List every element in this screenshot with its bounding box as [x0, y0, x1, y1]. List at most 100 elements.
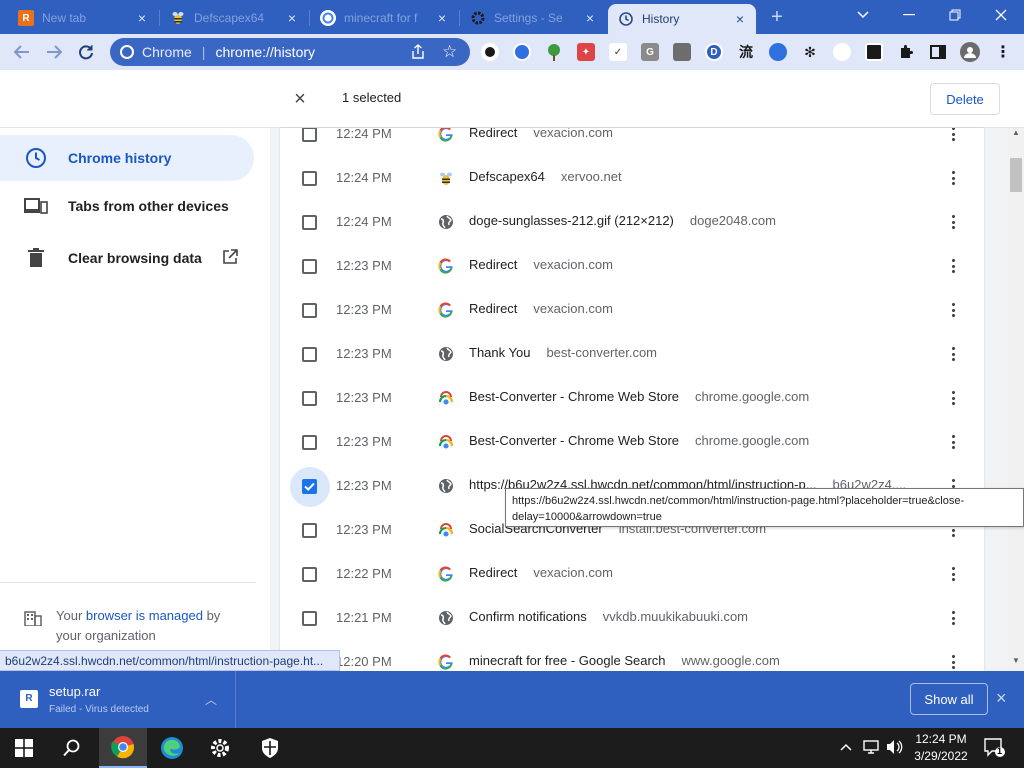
- tab-close-icon[interactable]: ×: [134, 10, 150, 26]
- history-row-title-link[interactable]: Redirect vexacion.com: [469, 128, 613, 140]
- extension-white-circle-icon[interactable]: [833, 43, 851, 61]
- history-row-checkbox[interactable]: [302, 303, 317, 318]
- tab-defscapex64[interactable]: Defscapex64 ×: [160, 4, 308, 32]
- history-row[interactable]: 12:24 PM doge-sunglasses-212.gif (212×212…: [280, 200, 984, 244]
- history-row-title-link[interactable]: Best-Converter - Chrome Web Store chrome.…: [469, 433, 809, 448]
- history-row[interactable]: 12:23 PM Redirect vexacion.com: [280, 288, 984, 332]
- history-row-checkbox[interactable]: [302, 611, 317, 626]
- tab-new-tab[interactable]: R New tab ×: [8, 4, 158, 32]
- extension-d-icon[interactable]: D: [705, 43, 723, 61]
- history-row-checkbox[interactable]: [302, 391, 317, 406]
- notification-center-icon[interactable]: 1: [984, 738, 1006, 761]
- history-row-title-link[interactable]: minecraft for free - Google Search www.go…: [469, 653, 780, 668]
- clear-selection-close-icon[interactable]: ×: [289, 88, 311, 110]
- tab-close-icon[interactable]: ×: [434, 10, 450, 26]
- history-row-checkbox[interactable]: [302, 523, 317, 538]
- history-row-checkbox-checked[interactable]: [302, 479, 317, 494]
- history-row-title-link[interactable]: Confirm notifications vvkdb.muukikabuuki.…: [469, 609, 748, 624]
- extension-checkbox-icon[interactable]: ✓: [609, 43, 627, 61]
- address-bar[interactable]: Chrome | chrome://history ☆: [110, 38, 470, 66]
- tab-close-icon[interactable]: ×: [732, 11, 748, 27]
- history-row-checkbox[interactable]: [302, 435, 317, 450]
- history-row-title-link[interactable]: Best-Converter - Chrome Web Store chrome.…: [469, 389, 809, 404]
- bookmark-star-icon[interactable]: ☆: [442, 43, 457, 60]
- sidebar-item-chrome-history[interactable]: Chrome history: [0, 135, 254, 181]
- forward-arrow-icon[interactable]: [40, 38, 68, 66]
- download-chevron-up-icon[interactable]: ︿: [205, 691, 217, 708]
- history-row[interactable]: 12:23 PM Best-Converter - Chrome Web Stor…: [280, 420, 984, 464]
- extension-g-icon[interactable]: G: [641, 43, 659, 61]
- tray-volume-icon[interactable]: [886, 739, 904, 758]
- extension-circle-icon[interactable]: [513, 43, 531, 61]
- history-row-title-link[interactable]: Defscapex64 xervoo.net: [469, 169, 622, 184]
- tab-close-icon[interactable]: ×: [284, 10, 300, 26]
- history-row[interactable]: 12:24 PM Redirect vexacion.com: [280, 128, 984, 156]
- row-more-actions-icon[interactable]: [945, 128, 961, 144]
- window-close-icon[interactable]: [978, 0, 1024, 30]
- history-row-checkbox[interactable]: [302, 215, 317, 230]
- row-more-actions-icon[interactable]: [945, 432, 961, 452]
- chrome-menu-kebab-icon[interactable]: ⋮: [994, 43, 1012, 61]
- history-row[interactable]: 12:23 PM Best-Converter - Chrome Web Stor…: [280, 376, 984, 420]
- show-all-button[interactable]: Show all: [910, 683, 988, 715]
- history-row-checkbox[interactable]: [302, 171, 317, 186]
- tab-close-icon[interactable]: ×: [582, 10, 598, 26]
- restore-icon[interactable]: [932, 0, 978, 30]
- tab-settings[interactable]: Settings - Se ×: [460, 4, 606, 32]
- history-row-checkbox[interactable]: [302, 128, 317, 142]
- row-more-actions-icon[interactable]: [945, 652, 961, 671]
- extension-dark-square-icon[interactable]: [865, 43, 883, 61]
- tab-minecraft-search[interactable]: minecraft for f ×: [310, 4, 458, 32]
- history-row-title-link[interactable]: Thank You best-converter.com: [469, 345, 657, 360]
- history-row-checkbox[interactable]: [302, 347, 317, 362]
- share-icon[interactable]: [410, 44, 426, 63]
- taskbar-chrome-icon[interactable]: [99, 728, 147, 768]
- history-row-checkbox[interactable]: [302, 259, 317, 274]
- taskbar-security-shield-icon[interactable]: [246, 728, 294, 768]
- extension-grey-icon[interactable]: [673, 43, 691, 61]
- history-row-title-link[interactable]: Redirect vexacion.com: [469, 257, 613, 272]
- row-more-actions-icon[interactable]: [945, 300, 961, 320]
- tray-network-icon[interactable]: [862, 739, 880, 758]
- extension-red-icon[interactable]: ✦: [577, 43, 595, 61]
- history-row[interactable]: 12:23 PM Thank You best-converter.com: [280, 332, 984, 376]
- history-row[interactable]: 12:20 PM minecraft for free - Google Sear…: [280, 640, 984, 671]
- profile-avatar-icon[interactable]: [960, 42, 980, 62]
- history-row-title-link[interactable]: Redirect vexacion.com: [469, 301, 613, 316]
- taskbar-edge-icon[interactable]: [148, 728, 196, 768]
- history-row-title-link[interactable]: Redirect vexacion.com: [469, 565, 613, 580]
- tab-history[interactable]: History ×: [608, 4, 756, 34]
- extension-shield-icon[interactable]: [481, 43, 499, 61]
- sidebar-item-clear-browsing-data[interactable]: Clear browsing data: [0, 235, 254, 281]
- sidebar-item-tabs-other-devices[interactable]: Tabs from other devices: [0, 183, 254, 229]
- history-row-title-link[interactable]: doge-sunglasses-212.gif (212×212) doge204…: [469, 213, 776, 228]
- reload-icon[interactable]: [72, 38, 100, 66]
- extension-tree-icon[interactable]: [545, 43, 563, 61]
- back-arrow-icon[interactable]: [8, 38, 36, 66]
- extension-bug-icon[interactable]: ✻: [801, 43, 819, 61]
- extension-kanji-icon[interactable]: 流: [737, 43, 755, 61]
- row-more-actions-icon[interactable]: [945, 608, 961, 628]
- taskbar-settings-gear-icon[interactable]: [196, 728, 244, 768]
- new-tab-plus-icon[interactable]: +: [766, 6, 788, 28]
- windows-start-icon[interactable]: [0, 728, 48, 768]
- taskbar-clock[interactable]: 12:24 PM 3/29/2022: [906, 731, 976, 765]
- scroll-down-arrow-icon[interactable]: ▼: [1012, 656, 1020, 665]
- tab-search-chevron-icon[interactable]: [840, 0, 886, 30]
- row-more-actions-icon[interactable]: [945, 168, 961, 188]
- history-row[interactable]: 12:24 PM Defscapex64 xervoo.net: [280, 156, 984, 200]
- download-item[interactable]: R setup.rar Failed - Virus detected ︿: [0, 671, 236, 728]
- history-row[interactable]: 12:22 PM Redirect vexacion.com: [280, 552, 984, 596]
- row-more-actions-icon[interactable]: [945, 388, 961, 408]
- delete-button[interactable]: Delete: [930, 83, 1000, 115]
- scroll-up-arrow-icon[interactable]: ▲: [1012, 128, 1020, 137]
- managed-link[interactable]: browser is managed: [86, 608, 203, 623]
- row-more-actions-icon[interactable]: [945, 212, 961, 232]
- side-panel-icon[interactable]: [929, 43, 947, 61]
- extension-blue-dot-icon[interactable]: [769, 43, 787, 61]
- tray-chevron-up-icon[interactable]: [840, 739, 852, 754]
- scrollbar-thumb[interactable]: [1010, 158, 1022, 192]
- row-more-actions-icon[interactable]: [945, 344, 961, 364]
- scrollbar-track[interactable]: ▲ ▼: [1008, 128, 1024, 671]
- taskbar-search-icon[interactable]: [48, 728, 96, 768]
